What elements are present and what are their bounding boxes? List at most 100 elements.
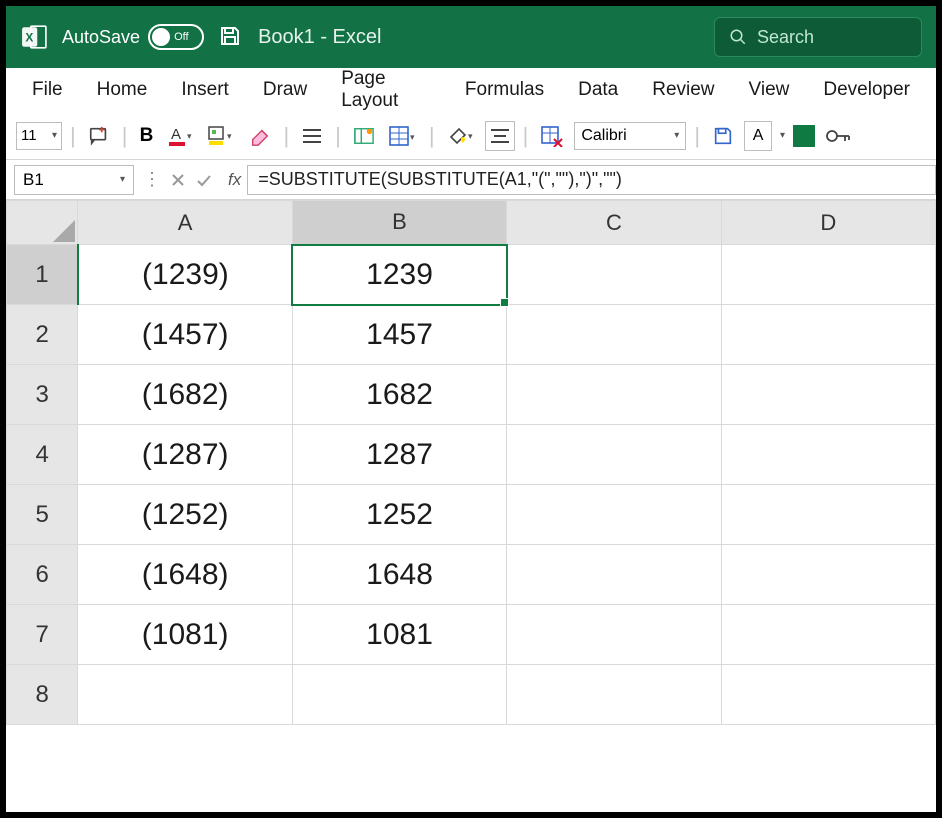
save-quick-button[interactable] xyxy=(708,121,738,151)
row-header-7[interactable]: 7 xyxy=(7,605,78,665)
merge-button[interactable] xyxy=(349,121,379,151)
separator: | xyxy=(427,123,437,149)
tab-formulas[interactable]: Formulas xyxy=(451,73,558,107)
cell-a3[interactable]: (1682) xyxy=(78,365,292,425)
separator: | xyxy=(521,123,531,149)
font-name-value: Calibri xyxy=(581,127,626,145)
cancel-formula-button[interactable] xyxy=(166,168,190,192)
key-icon[interactable] xyxy=(821,121,855,151)
cell-a6[interactable]: (1648) xyxy=(78,545,292,605)
col-header-b[interactable]: B xyxy=(292,201,506,245)
app-window: X AutoSave Off Book1 ‑ Excel Search File… xyxy=(0,0,942,818)
cell-c6[interactable] xyxy=(507,545,721,605)
tab-page-layout[interactable]: Page Layout xyxy=(327,62,445,118)
center-align-button[interactable] xyxy=(485,121,515,151)
tab-file[interactable]: File xyxy=(18,73,77,107)
document-title: Book1 ‑ Excel xyxy=(258,26,381,49)
cell-d7[interactable] xyxy=(721,605,935,665)
tab-review[interactable]: Review xyxy=(638,73,728,107)
cell-b5[interactable]: 1252 xyxy=(292,485,506,545)
cell-d2[interactable] xyxy=(721,305,935,365)
svg-text:X: X xyxy=(25,30,33,44)
font-size-value: 11 xyxy=(21,127,37,144)
quick-toolbar: 11 ▾ | | B A▾ ▾ | | ▾ | ▾ xyxy=(6,112,936,160)
col-header-c[interactable]: C xyxy=(507,201,721,245)
fx-label[interactable]: fx xyxy=(222,170,247,190)
cell-b3[interactable]: 1682 xyxy=(292,365,506,425)
save-button[interactable] xyxy=(218,24,244,50)
row-header-8[interactable]: 8 xyxy=(7,665,78,725)
tab-view[interactable]: View xyxy=(735,73,804,107)
name-box-value: B1 xyxy=(23,170,44,190)
tab-developer[interactable]: Developer xyxy=(809,73,924,107)
tab-insert[interactable]: Insert xyxy=(167,73,243,107)
col-header-a[interactable]: A xyxy=(78,201,292,245)
search-icon xyxy=(729,28,747,46)
bold-button[interactable]: B xyxy=(135,121,157,151)
cell-c8[interactable] xyxy=(507,665,721,725)
cell-a2[interactable]: (1457) xyxy=(78,305,292,365)
align-button[interactable] xyxy=(297,121,327,151)
cell-a5[interactable]: (1252) xyxy=(78,485,292,545)
cell-d4[interactable] xyxy=(721,425,935,485)
cell-d1[interactable] xyxy=(721,245,935,305)
cell-b7[interactable]: 1081 xyxy=(292,605,506,665)
cell-d5[interactable] xyxy=(721,485,935,545)
cell-b6[interactable]: 1648 xyxy=(292,545,506,605)
font-color-button[interactable]: A▾ xyxy=(163,121,197,151)
insert-comment-button[interactable] xyxy=(84,121,114,151)
cell-c5[interactable] xyxy=(507,485,721,545)
cell-b4[interactable]: 1287 xyxy=(292,425,506,485)
cell-a7[interactable]: (1081) xyxy=(78,605,292,665)
cell-a8[interactable] xyxy=(78,665,292,725)
clear-format-button[interactable] xyxy=(245,121,275,151)
fill-color-button[interactable]: ▾ xyxy=(203,121,239,151)
cell-d3[interactable] xyxy=(721,365,935,425)
accept-formula-button[interactable] xyxy=(192,168,216,192)
color-swatch[interactable] xyxy=(793,125,815,147)
cell-c4[interactable] xyxy=(507,425,721,485)
separator: | xyxy=(281,123,291,149)
paint-bucket-button[interactable]: ▾ xyxy=(443,121,479,151)
cell-b2[interactable]: 1457 xyxy=(292,305,506,365)
cell-c2[interactable] xyxy=(507,305,721,365)
cell-a4[interactable]: (1287) xyxy=(78,425,292,485)
cell-c3[interactable] xyxy=(507,365,721,425)
cell-d8[interactable] xyxy=(721,665,935,725)
font-size-selector[interactable]: 11 ▾ xyxy=(16,122,62,150)
toggle-knob xyxy=(152,28,170,46)
row-header-1[interactable]: 1 xyxy=(7,245,78,305)
chevron-down-icon[interactable]: ▾ xyxy=(778,130,787,141)
tab-draw[interactable]: Draw xyxy=(249,73,321,107)
cell-b1[interactable]: 1239 xyxy=(292,245,506,305)
cell-d6[interactable] xyxy=(721,545,935,605)
chevron-down-icon: ▾ xyxy=(674,130,679,141)
formula-bar: B1 ▾ ⋮ fx =SUBSTITUTE(SUBSTITUTE(A1,"(",… xyxy=(6,160,936,200)
name-box[interactable]: B1 ▾ xyxy=(14,165,134,195)
row-header-5[interactable]: 5 xyxy=(7,485,78,545)
autosave-state: Off xyxy=(174,31,188,43)
row-header-4[interactable]: 4 xyxy=(7,425,78,485)
separator: | xyxy=(120,123,130,149)
tab-data[interactable]: Data xyxy=(564,73,632,107)
select-all-corner[interactable] xyxy=(7,201,78,245)
autosave-toggle[interactable]: Off xyxy=(148,24,204,50)
delete-table-button[interactable] xyxy=(536,121,568,151)
font-a-button[interactable]: A xyxy=(744,121,772,151)
cell-c7[interactable] xyxy=(507,605,721,665)
spreadsheet-grid[interactable]: A B C D 1 (1239) 1239 2 (1457) 1457 3 xyxy=(6,200,936,812)
search-box[interactable]: Search xyxy=(714,17,922,57)
row-header-3[interactable]: 3 xyxy=(7,365,78,425)
table-button[interactable]: ▾ xyxy=(385,121,421,151)
formula-input[interactable]: =SUBSTITUTE(SUBSTITUTE(A1,"(",""),")",""… xyxy=(247,165,936,195)
font-name-selector[interactable]: Calibri ▾ xyxy=(574,122,686,150)
row-header-6[interactable]: 6 xyxy=(7,545,78,605)
row-header-2[interactable]: 2 xyxy=(7,305,78,365)
tab-home[interactable]: Home xyxy=(83,73,162,107)
divider-dots-icon: ⋮ xyxy=(140,168,164,192)
cell-b8[interactable] xyxy=(292,665,506,725)
cell-c1[interactable] xyxy=(507,245,721,305)
cell-a1[interactable]: (1239) xyxy=(78,245,292,305)
col-header-d[interactable]: D xyxy=(721,201,935,245)
svg-text:A: A xyxy=(171,126,181,143)
